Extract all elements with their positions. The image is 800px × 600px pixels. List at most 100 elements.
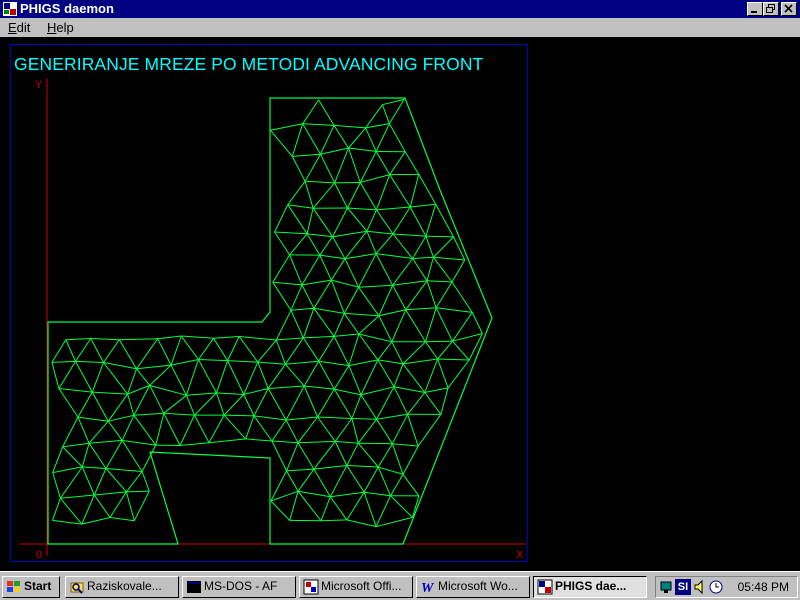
mesh-edge	[297, 468, 315, 492]
mesh-edge	[170, 335, 182, 366]
mesh-edge	[285, 385, 305, 421]
origin-label: 0	[36, 549, 43, 561]
mesh-edge	[59, 466, 83, 499]
mesh-edge	[257, 361, 269, 389]
mesh-edge	[52, 519, 82, 525]
mesh-edge	[388, 123, 406, 152]
mesh-edge	[366, 231, 377, 254]
mesh-edge	[435, 281, 453, 309]
mesh-edge	[348, 359, 378, 367]
task-phigs-daemon[interactable]: PHIGS dae...	[533, 576, 647, 598]
mesh-edge	[435, 307, 453, 342]
mesh-edge	[440, 387, 449, 415]
mesh-boundary	[47, 97, 493, 545]
mesh-edge	[334, 147, 349, 184]
mesh-edge	[238, 336, 259, 363]
mesh-edge	[179, 414, 195, 446]
msdos-icon	[187, 581, 201, 593]
mesh-edge	[133, 415, 157, 446]
mesh-edge	[271, 440, 287, 472]
mesh-edge	[149, 384, 187, 396]
mesh-edge	[301, 284, 315, 309]
mesh-edge	[51, 360, 76, 363]
mesh-edge	[287, 180, 306, 205]
mesh-edge	[213, 338, 229, 361]
mesh-edge	[303, 360, 320, 387]
mesh-edge	[272, 254, 291, 283]
task-microsoft-office[interactable]: Microsoft Offi...	[299, 576, 413, 598]
mesh-edge	[417, 414, 442, 447]
mesh-edge	[317, 388, 335, 418]
mesh-edge	[346, 491, 365, 521]
keyboard-language-icon[interactable]: SI	[675, 579, 691, 595]
mesh-edge	[136, 364, 172, 370]
mesh-edge	[126, 471, 143, 493]
mesh-edge	[426, 280, 437, 308]
mesh-edge	[51, 339, 67, 363]
mesh-edge	[286, 468, 314, 472]
mesh-edge	[437, 358, 449, 389]
mesh-edge	[402, 474, 420, 497]
mesh-edge	[358, 286, 380, 317]
mesh-edge	[89, 439, 123, 444]
mesh-edge	[224, 414, 255, 417]
mesh-edge	[346, 465, 365, 493]
mesh-edge	[412, 256, 434, 259]
mesh-edge	[318, 360, 335, 390]
mesh-edge	[375, 233, 394, 254]
task-msdos[interactable]: MS-DOS - AF	[182, 576, 296, 598]
mesh-edge	[93, 494, 111, 518]
mesh-edge	[360, 174, 390, 183]
network-icon[interactable]	[659, 579, 675, 595]
mesh-edge	[267, 388, 287, 421]
start-button[interactable]: Start	[2, 576, 60, 598]
mesh-edge	[109, 491, 127, 518]
mesh-edge	[433, 256, 465, 261]
mesh-edge	[346, 465, 379, 468]
mesh-edge	[377, 341, 393, 361]
mesh-edge	[287, 204, 314, 209]
mesh-edge	[304, 385, 335, 390]
mesh-edge	[103, 362, 128, 395]
mesh-edge	[285, 363, 305, 387]
mesh-edge	[136, 338, 159, 370]
mesh-edge	[412, 235, 427, 259]
mesh-edge	[391, 443, 404, 475]
mesh-edge	[305, 180, 335, 184]
mesh-edge	[332, 207, 348, 237]
mesh-edge	[297, 442, 315, 470]
mesh-edge	[392, 206, 411, 235]
mesh-edge	[451, 259, 466, 283]
mesh-edge	[107, 420, 123, 441]
mesh-edge	[291, 123, 304, 157]
mesh-edge	[334, 333, 359, 337]
mesh-edge	[243, 388, 269, 395]
volume-icon[interactable]	[692, 579, 708, 595]
scheduler-icon[interactable]	[708, 579, 724, 595]
mesh-edge	[402, 363, 426, 393]
mesh-edge	[197, 359, 217, 394]
office-icon	[303, 579, 319, 595]
mesh-edge	[163, 412, 195, 416]
clock[interactable]: 05:48 PM	[738, 580, 789, 595]
mesh-edge	[303, 385, 319, 418]
task-microsoft-word[interactable]: W Microsoft Wo...	[416, 576, 530, 598]
mesh-edge	[410, 203, 436, 208]
mesh-edge	[409, 206, 427, 237]
mesh-edge	[334, 441, 348, 466]
mesh-edge	[320, 153, 336, 184]
mesh-edge	[289, 254, 303, 286]
mesh-edge	[298, 490, 331, 498]
mesh-edge	[426, 280, 453, 283]
task-raziskovalec[interactable]: Raziskovale...	[65, 576, 179, 598]
mesh-edge	[402, 341, 426, 365]
mesh-edge	[58, 388, 93, 393]
x-axis-label: X	[516, 549, 524, 561]
mesh-edge	[451, 281, 473, 313]
task-label: Microsoft Wo...	[438, 579, 518, 593]
mesh-edge	[216, 392, 244, 395]
mesh-edge	[334, 418, 353, 442]
mesh-edge	[376, 206, 411, 211]
mesh-edge	[365, 127, 377, 152]
mesh-edge	[348, 333, 360, 366]
